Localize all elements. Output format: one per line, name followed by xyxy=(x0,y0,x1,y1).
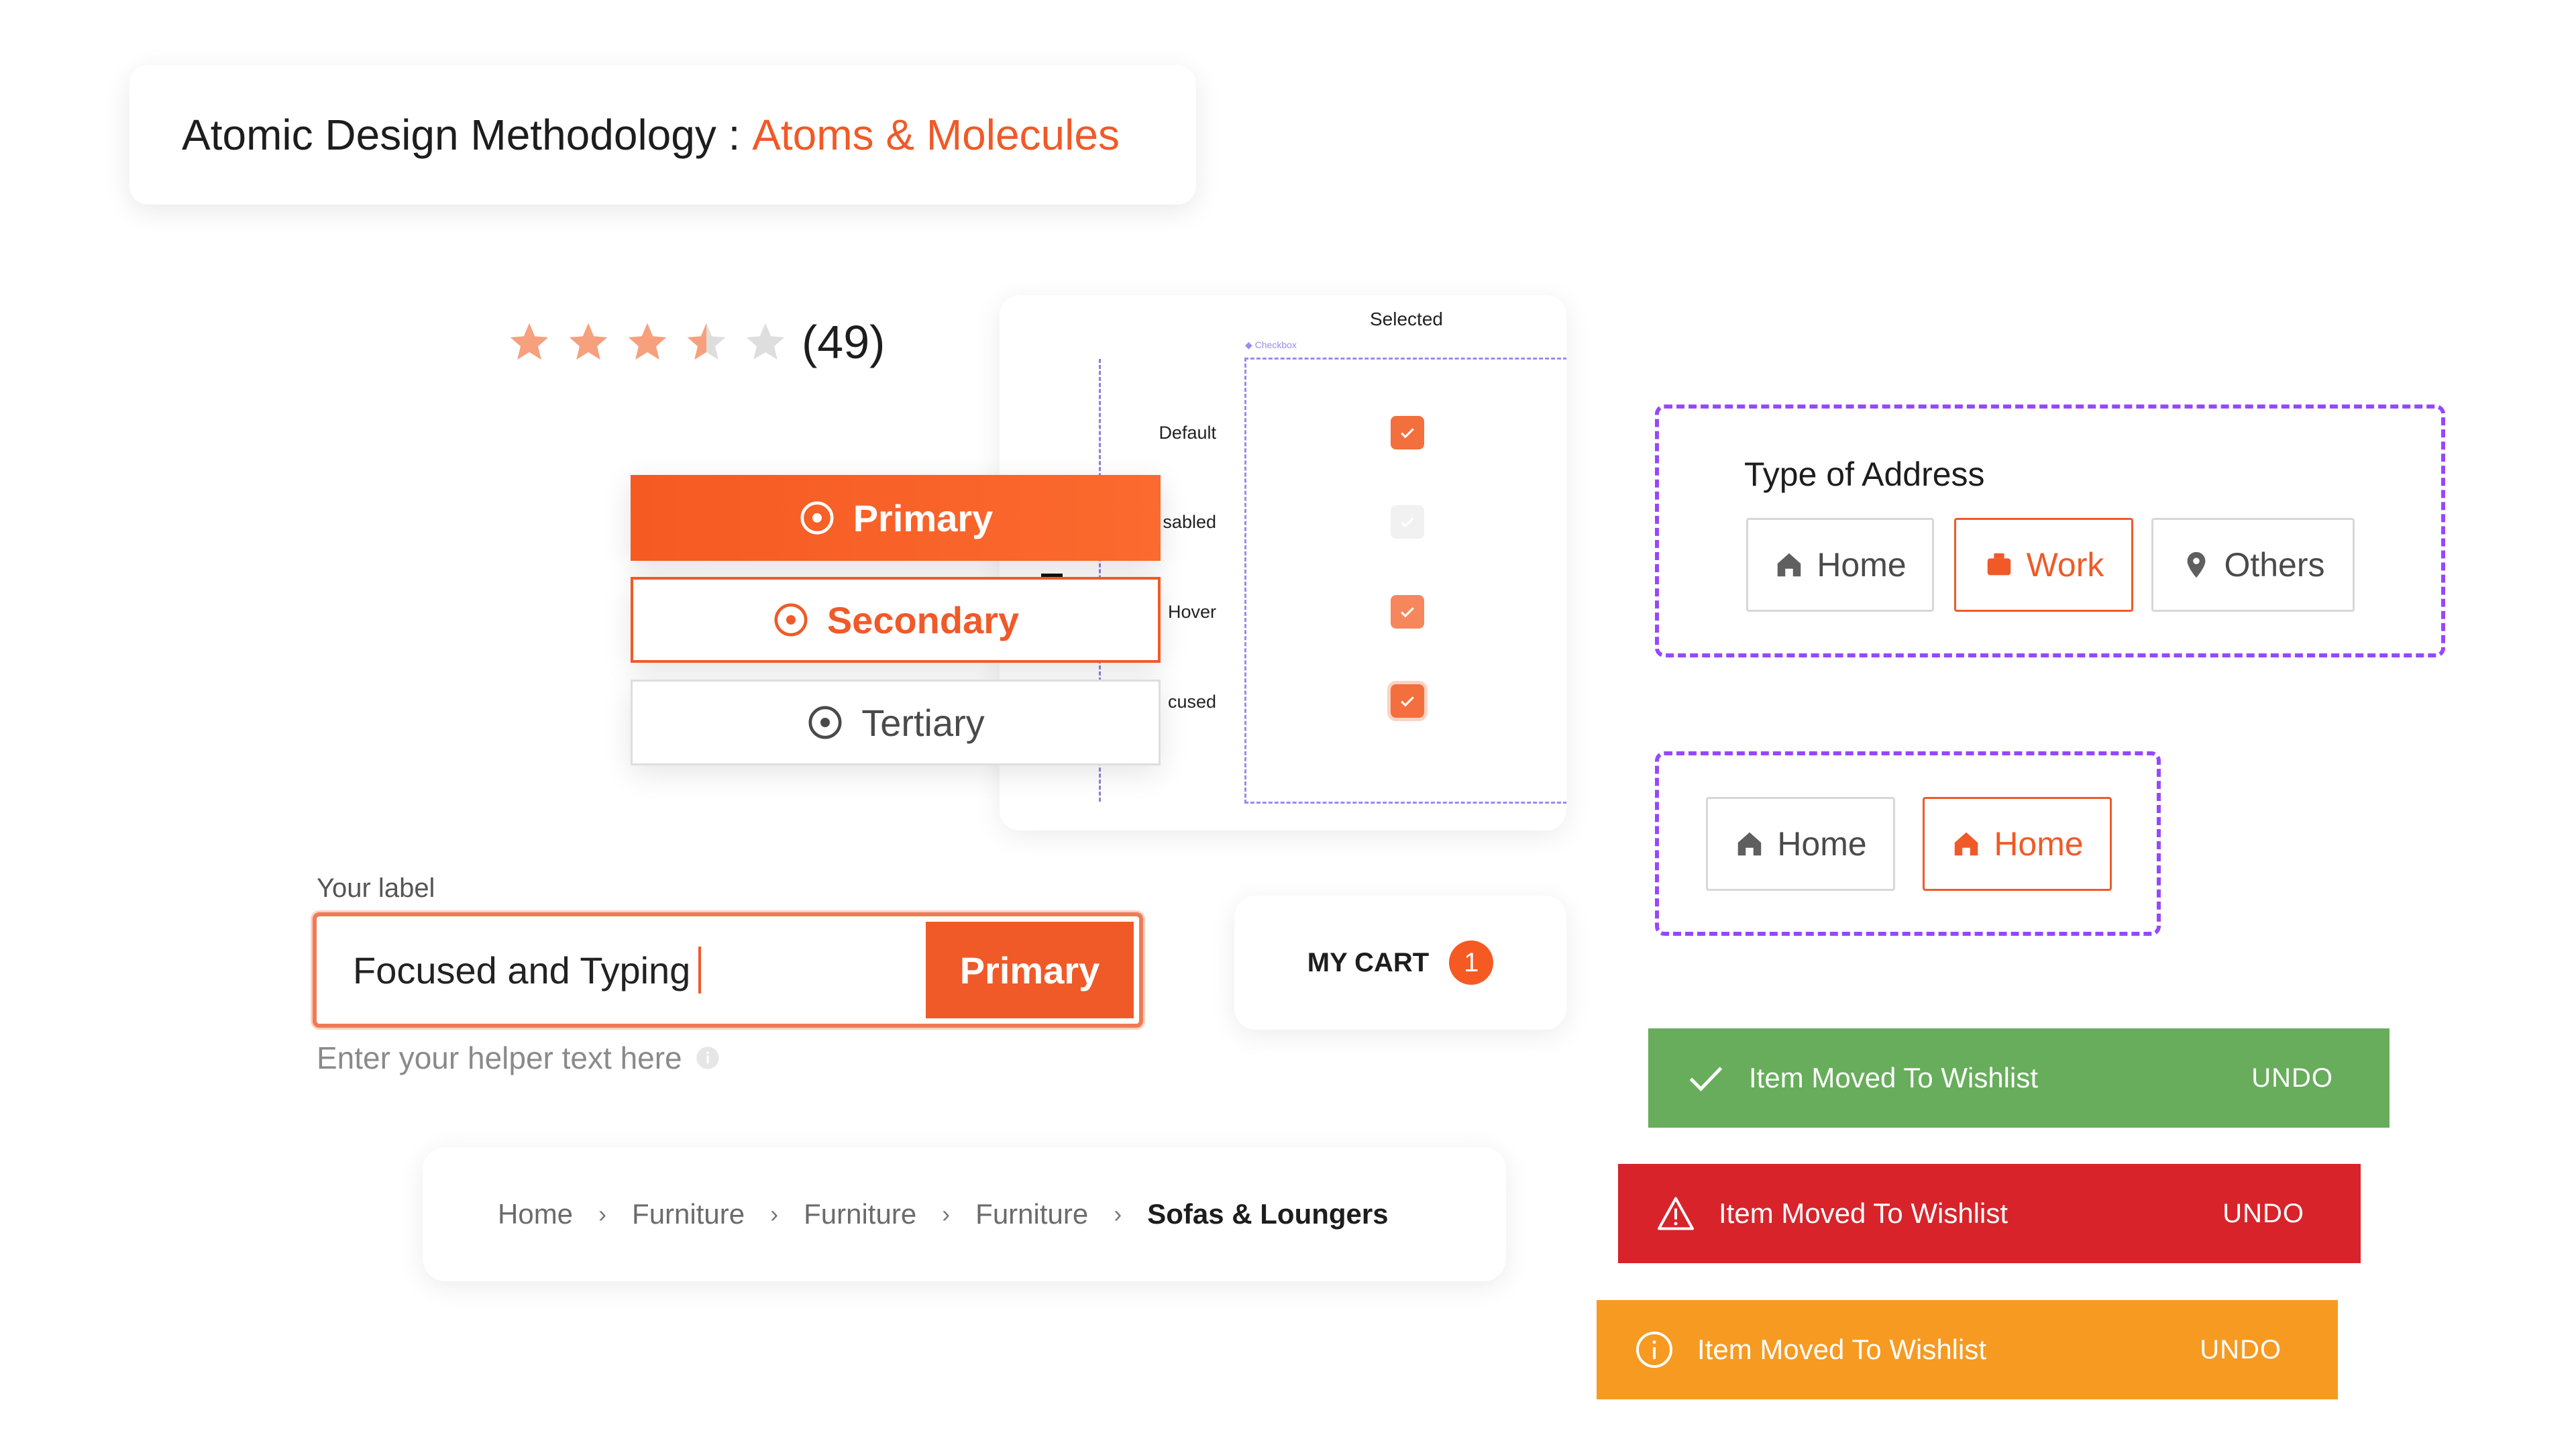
breadcrumb-item[interactable]: Furniture xyxy=(804,1198,916,1230)
radio-target-icon xyxy=(808,706,842,739)
address-option-label: Others xyxy=(2224,546,2325,584)
title-card: Atomic Design Methodology : Atoms & Mole… xyxy=(129,65,1196,205)
breadcrumb-item[interactable]: Home xyxy=(498,1198,573,1230)
info-icon[interactable] xyxy=(694,1044,721,1071)
breadcrumb: Home › Furniture › Furniture › Furniture… xyxy=(423,1147,1506,1281)
success-toast: Item Moved To Wishlist UNDO xyxy=(1648,1028,2390,1128)
title-prefix: Atomic Design Methodology : xyxy=(182,111,741,159)
text-input[interactable]: Focused and Typing xyxy=(322,922,926,1018)
home-chip-label: Home xyxy=(1994,825,2084,863)
checkbox-focused[interactable] xyxy=(1391,684,1424,718)
radio-target-icon xyxy=(800,501,834,535)
row-label-default: Default xyxy=(1159,423,1216,443)
star-icon[interactable] xyxy=(566,319,611,365)
undo-button[interactable]: UNDO xyxy=(2222,1199,2304,1229)
toast-message: Item Moved To Wishlist xyxy=(1749,1062,2039,1093)
cart-count-badge: 1 xyxy=(1449,941,1494,985)
secondary-button[interactable]: Secondary xyxy=(631,577,1161,663)
home-icon xyxy=(1778,553,1801,577)
address-type-title: Type of Address xyxy=(1744,455,1985,493)
home-icon xyxy=(1955,832,1978,856)
error-toast: Item Moved To Wishlist UNDO xyxy=(1618,1164,2361,1263)
breadcrumb-item[interactable]: Furniture xyxy=(632,1198,745,1230)
home-chip-default[interactable]: Home xyxy=(1706,797,1895,891)
empty-star-icon[interactable] xyxy=(743,319,788,365)
cart-button[interactable]: MY CART 1 xyxy=(1234,896,1566,1030)
chevron-right-icon: › xyxy=(942,1200,951,1228)
address-option-work[interactable]: Work xyxy=(1954,518,2133,612)
home-chip-selected[interactable]: Home xyxy=(1923,797,2112,891)
secondary-button-label: Secondary xyxy=(826,598,1020,641)
input-submit-button[interactable]: Primary xyxy=(926,922,1134,1018)
primary-button-label: Primary xyxy=(853,496,994,539)
input-label: Your label xyxy=(317,873,435,903)
undo-button[interactable]: UNDO xyxy=(2200,1335,2282,1365)
row-label-disabled: sabled xyxy=(1163,512,1216,532)
cart-label: MY CART xyxy=(1307,947,1430,977)
check-icon xyxy=(1401,428,1414,439)
check-icon xyxy=(1401,696,1414,707)
focused-input-group: Focused and Typing Primary xyxy=(313,912,1143,1028)
primary-button[interactable]: Primary xyxy=(631,475,1161,561)
helper-text: Enter your helper text here xyxy=(317,1040,721,1076)
warning-triangle-icon xyxy=(1658,1197,1694,1230)
checkbox-default[interactable] xyxy=(1391,416,1424,449)
checkbox-disabled xyxy=(1391,505,1424,539)
undo-button[interactable]: UNDO xyxy=(2251,1063,2333,1093)
address-option-label: Home xyxy=(1817,546,1907,584)
star-rating: (49) xyxy=(506,309,885,376)
rating-stars xyxy=(506,319,788,365)
warning-toast: Item Moved To Wishlist UNDO xyxy=(1597,1300,2338,1399)
chevron-right-icon: › xyxy=(770,1200,779,1228)
row-label-focused: cused xyxy=(1167,692,1216,712)
input-value: Focused and Typing xyxy=(353,949,691,991)
check-icon xyxy=(1401,517,1414,528)
home-chip-label: Home xyxy=(1777,825,1867,863)
chevron-right-icon: › xyxy=(1114,1200,1122,1228)
chevron-right-icon: › xyxy=(598,1200,607,1228)
home-icon xyxy=(1738,832,1762,856)
breadcrumb-current: Sofas & Loungers xyxy=(1147,1198,1389,1230)
component-tag: ◆ Checkbox xyxy=(1245,339,1297,350)
address-option-home[interactable]: Home xyxy=(1746,518,1934,612)
breadcrumb-item[interactable]: Furniture xyxy=(975,1198,1088,1230)
address-option-label: Work xyxy=(2026,546,2104,584)
helper-text-label: Enter your helper text here xyxy=(317,1040,682,1075)
check-icon xyxy=(1689,1067,1723,1091)
half-star-icon[interactable] xyxy=(684,319,729,365)
tertiary-button-label: Tertiary xyxy=(861,701,985,744)
star-icon[interactable] xyxy=(506,319,552,365)
check-icon xyxy=(1401,607,1414,618)
info-circle-icon xyxy=(1636,1332,1672,1368)
briefcase-icon xyxy=(1987,553,2010,576)
toast-message: Item Moved To Wishlist xyxy=(1719,1197,2008,1229)
rating-count: (49) xyxy=(802,316,885,368)
toast-message: Item Moved To Wishlist xyxy=(1697,1334,1987,1365)
title-accent: Atoms & Molecules xyxy=(752,111,1120,159)
radio-target-icon xyxy=(774,603,808,637)
tertiary-button[interactable]: Tertiary xyxy=(631,680,1161,765)
row-label-hover: Hover xyxy=(1167,602,1216,622)
star-icon[interactable] xyxy=(625,319,670,365)
address-option-others[interactable]: Others xyxy=(2151,518,2355,612)
column-title: Selected xyxy=(1370,309,1443,329)
location-pin-icon xyxy=(2188,551,2206,578)
checkbox-hover[interactable] xyxy=(1391,595,1424,629)
text-caret xyxy=(698,947,702,994)
